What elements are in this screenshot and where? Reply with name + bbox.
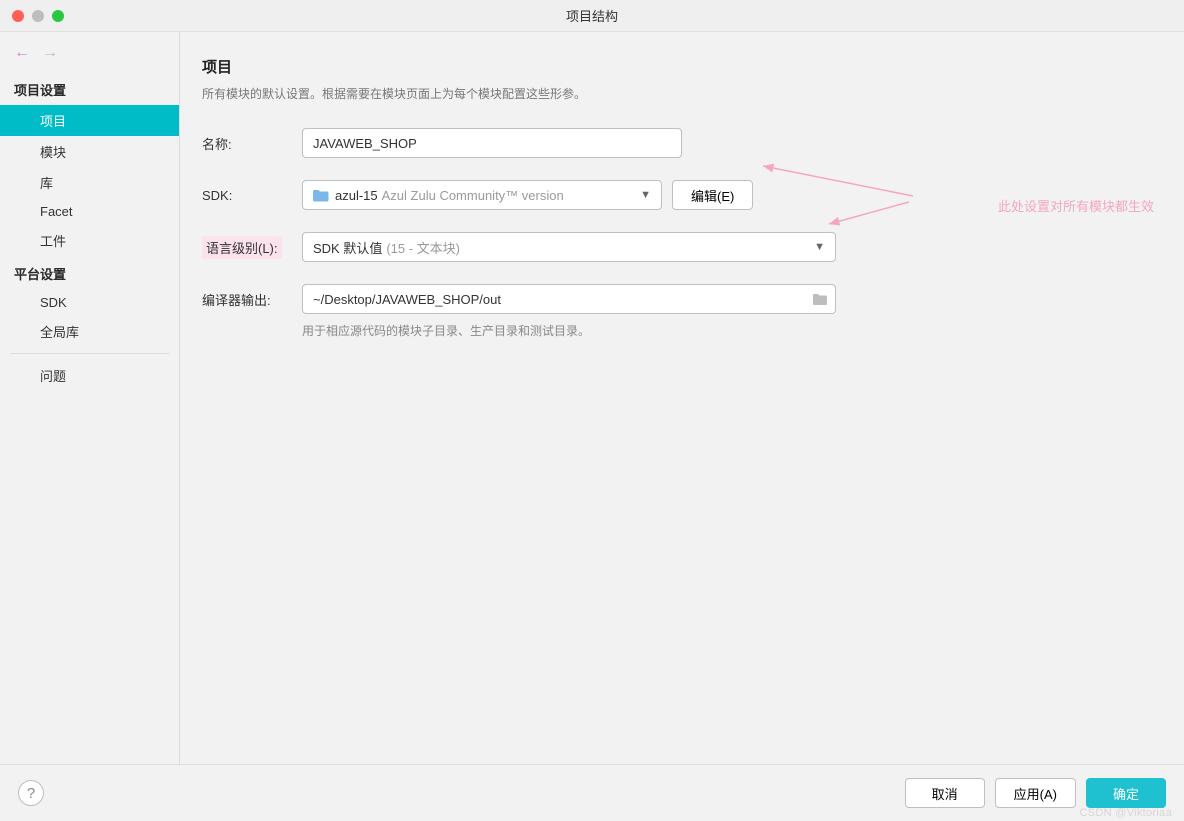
page-title: 项目 (202, 56, 1154, 77)
page-description: 所有模块的默认设置。根据需要在模块页面上为每个模块配置这些形参。 (202, 85, 1154, 102)
sidebar-item-libraries[interactable]: 库 (0, 167, 179, 198)
lang-level-value: SDK 默认值 (313, 238, 382, 257)
chevron-down-icon: ▼ (640, 189, 651, 201)
chevron-down-icon: ▼ (814, 241, 825, 253)
window-controls (0, 10, 64, 22)
minimize-window-button[interactable] (32, 10, 44, 22)
nav-forward-icon[interactable]: → (42, 44, 58, 62)
titlebar: 项目结构 (0, 0, 1184, 32)
sidebar-item-facet[interactable]: Facet (0, 198, 179, 225)
annotation-text: 此处设置对所有模块都生效 (998, 196, 1154, 215)
name-label: 名称: (202, 134, 302, 153)
sidebar-item-sdk[interactable]: SDK (0, 289, 179, 316)
sidebar-item-project[interactable]: 项目 (0, 105, 179, 136)
name-input[interactable] (302, 128, 682, 158)
sidebar-divider (10, 353, 169, 354)
apply-button[interactable]: 应用(A) (995, 778, 1076, 808)
content-area: 项目 所有模块的默认设置。根据需要在模块页面上为每个模块配置这些形参。 名称: … (180, 32, 1184, 764)
window-title: 项目结构 (566, 6, 618, 25)
watermark: CSDN @Viktoriaa (1080, 807, 1173, 819)
sidebar-item-modules[interactable]: 模块 (0, 136, 179, 167)
footer: ? 取消 应用(A) 确定 (0, 764, 1184, 821)
nav-back-icon[interactable]: ← (14, 44, 30, 62)
sidebar-item-global-libs[interactable]: 全局库 (0, 316, 179, 347)
lang-level-dropdown[interactable]: SDK 默认值 (15 - 文本块) ▼ (302, 232, 836, 262)
sidebar-item-problems[interactable]: 问题 (0, 360, 179, 391)
cancel-button[interactable]: 取消 (905, 778, 985, 808)
sdk-value-muted: Azul Zulu Community™ version (382, 188, 564, 203)
sidebar-section-platform-settings: 平台设置 (0, 256, 179, 289)
sidebar-item-artifacts[interactable]: 工件 (0, 225, 179, 256)
lang-level-value-muted: (15 - 文本块) (386, 238, 460, 257)
sdk-dropdown[interactable]: azul-15 Azul Zulu Community™ version ▼ (302, 180, 662, 210)
maximize-window-button[interactable] (52, 10, 64, 22)
sdk-label: SDK: (202, 188, 302, 203)
sdk-value: azul-15 (335, 188, 378, 203)
sidebar-section-project-settings: 项目设置 (0, 72, 179, 105)
output-label: 编译器输出: (202, 290, 302, 309)
close-window-button[interactable] (12, 10, 24, 22)
help-button[interactable]: ? (18, 780, 44, 806)
sidebar: ← → 项目设置 项目 模块 库 Facet 工件 平台设置 SDK 全局库 问… (0, 32, 180, 764)
browse-folder-icon[interactable] (812, 292, 828, 306)
output-input[interactable] (302, 284, 836, 314)
lang-level-label: 语言级别(L): (202, 236, 282, 259)
folder-icon (313, 189, 329, 202)
ok-button[interactable]: 确定 (1086, 778, 1166, 808)
edit-sdk-button[interactable]: 编辑(E) (672, 180, 753, 210)
output-hint: 用于相应源代码的模块子目录、生产目录和测试目录。 (302, 322, 1154, 339)
